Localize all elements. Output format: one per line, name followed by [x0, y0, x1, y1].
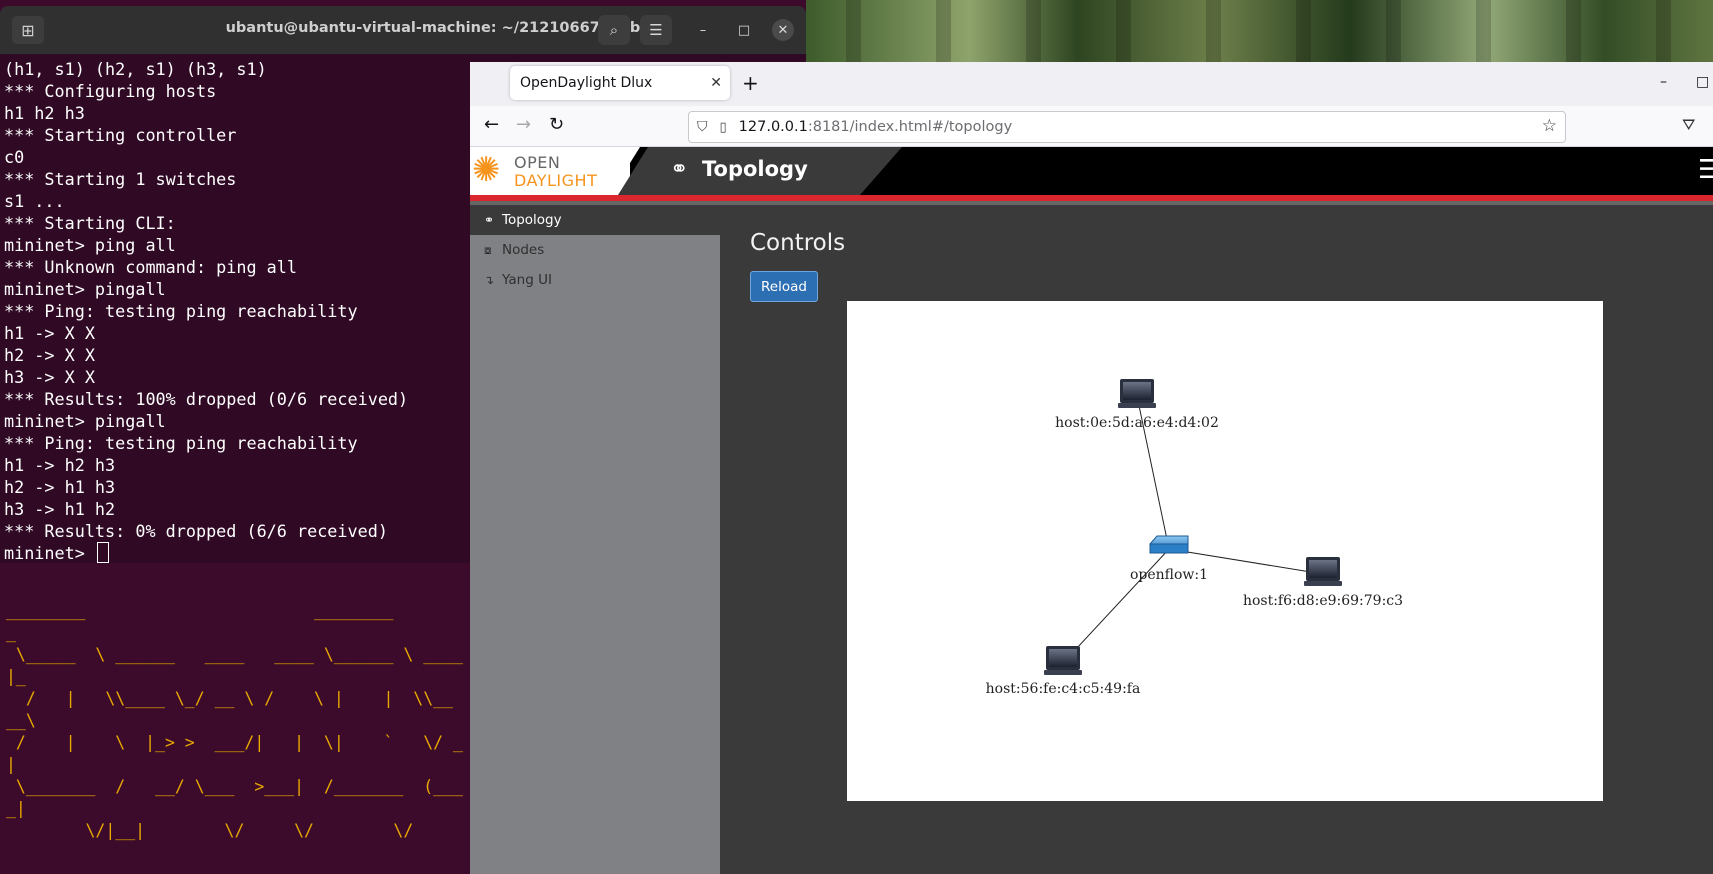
terminal-line: h3 -> h1 h2 [4, 499, 116, 519]
terminal-line: mininet> pingall [4, 411, 166, 431]
controls-heading: Controls [750, 230, 846, 256]
host-node[interactable] [1118, 379, 1156, 408]
hamburger-menu-icon[interactable]: ☰ [1698, 155, 1713, 185]
sidebar-item-label: Topology [502, 212, 562, 228]
sidebar-item-yang-ui[interactable]: ↴ Yang UI [470, 265, 720, 295]
host-node[interactable] [1304, 557, 1342, 586]
terminal-lines: (h1, s1) (h2, s1) (h3, s1) *** Configuri… [4, 59, 408, 541]
shield-icon[interactable]: ⛉ [697, 119, 708, 135]
forward-icon[interactable]: → [516, 114, 531, 135]
url-bar[interactable]: ⛉ ▯ 127.0.0.1:8181/index.html#/topology … [688, 111, 1566, 143]
tab-opendaylight[interactable]: OpenDaylight Dlux ✕ [510, 66, 730, 100]
terminal-line: h1 -> h2 h3 [4, 455, 116, 475]
tab-close-icon[interactable]: ✕ [710, 75, 722, 91]
back-icon[interactable]: ← [484, 114, 499, 135]
terminal-line: *** Ping: testing ping reachability [4, 301, 358, 321]
node-label: host:56:fe:c4:c5:49:fa [986, 681, 1141, 697]
terminal-line: *** Results: 100% dropped (0/6 received) [4, 389, 409, 409]
logo-daylight-text: DAYLIGHT [514, 171, 598, 190]
level-down-icon: ↴ [484, 273, 495, 287]
laptop-screen [1049, 649, 1077, 667]
desktop-wallpaper [806, 0, 1713, 64]
odl-logo[interactable]: ✺ OPEN DAYLIGHT [470, 147, 630, 195]
bookmark-star-icon[interactable]: ☆ [1542, 116, 1557, 136]
maximize-icon[interactable]: □ [733, 19, 755, 41]
tab-bar: OpenDaylight Dlux ✕ + – □ [470, 62, 1713, 106]
search-icon[interactable]: ⌕ [598, 15, 630, 45]
topology-link-icon: ⚭ [670, 157, 689, 182]
menu-icon[interactable]: ☰ [640, 15, 672, 45]
tab-title: OpenDaylight Dlux [520, 75, 653, 91]
terminal-line: *** Configuring hosts [4, 81, 217, 101]
terminal-line: h2 -> X X [4, 345, 95, 365]
reload-page-icon[interactable]: ↻ [549, 114, 564, 135]
navigation-bar: ← → ↻ ⛉ ▯ 127.0.0.1:8181/index.html#/top… [470, 106, 1713, 147]
node-label: openflow:1 [1130, 567, 1208, 583]
page-icon[interactable]: ▯ [720, 120, 727, 135]
laptop-base [1118, 403, 1156, 408]
terminal-line: *** Unknown command: ping all [4, 257, 297, 277]
switch-front [1149, 543, 1189, 554]
url-path: :8181/index.html#/topology [807, 119, 1013, 135]
laptop-base [1044, 670, 1082, 675]
terminal-line: *** Results: 0% dropped (6/6 received) [4, 521, 388, 541]
terminal-line: *** Starting CLI: [4, 213, 176, 233]
node-label: host:f6:d8:e9:69:79:c3 [1243, 593, 1403, 609]
sidebar: ⚭ Topology ⧇ Nodes ↴ Yang UI [470, 205, 720, 874]
odl-page: ✺ OPEN DAYLIGHT ⚭ Topology ☰ ⚭ Topology … [470, 147, 1713, 874]
switch-node[interactable] [1149, 535, 1189, 554]
browser-minimize-icon[interactable]: – [1660, 74, 1667, 90]
logo-open-text: OPEN [514, 153, 561, 172]
terminal-prompt: mininet> [4, 543, 95, 563]
laptop-screen [1309, 560, 1337, 578]
sidebar-item-topology[interactable]: ⚭ Topology [470, 205, 720, 235]
laptop-base [1304, 581, 1342, 586]
terminal-line: mininet> ping all [4, 235, 176, 255]
sidebar-item-label: Nodes [502, 242, 545, 258]
terminal-line: c0 [4, 147, 25, 167]
topology-canvas[interactable]: host:0e:5d:a6:e4:d4:02 openflow:1 host:f6:… [847, 301, 1603, 801]
odl-logo-icon: ✺ [472, 150, 501, 190]
sidebar-item-label: Yang UI [502, 272, 552, 288]
node-label: host:0e:5d:a6:e4:d4:02 [1055, 415, 1219, 431]
url-text[interactable]: 127.0.0.1:8181/index.html#/topology [739, 119, 1013, 135]
minimize-icon[interactable]: – [692, 19, 714, 41]
terminal-line: mininet> pingall [4, 279, 166, 299]
firefox-window[interactable]: OpenDaylight Dlux ✕ + – □ ← → ↻ ⛉ ▯ 127.… [470, 62, 1713, 874]
terminal-title: ubantu@ubantu-virtual-machine: ~/2121066… [225, 20, 651, 36]
main-content: Controls Reload host:0e:5d:a6:e4:d4:02 o… [720, 205, 1713, 874]
browser-maximize-icon[interactable]: □ [1696, 74, 1709, 90]
terminal-line: h3 -> X X [4, 367, 95, 387]
new-tab-button[interactable]: + [742, 71, 759, 95]
topology-graph[interactable]: host:0e:5d:a6:e4:d4:02 openflow:1 host:f6:… [847, 301, 1603, 801]
close-icon[interactable]: ✕ [772, 19, 794, 41]
ascii-art-banner: ________ ________ _ \_____ \ ______ ____… [6, 601, 463, 840]
laptop-screen [1123, 382, 1151, 400]
terminal-line: *** Starting 1 switches [4, 169, 237, 189]
page-title: Topology [702, 157, 808, 181]
terminal-titlebar[interactable]: ⊞ ubantu@ubantu-virtual-machine: ~/21210… [0, 6, 806, 54]
pocket-icon[interactable]: ⛛ [1682, 115, 1695, 135]
sitemap-icon: ⧇ [484, 242, 492, 257]
terminal-line: (h1, s1) (h2, s1) (h3, s1) [4, 59, 267, 79]
odl-header: ✺ OPEN DAYLIGHT ⚭ Topology ☰ [470, 147, 1713, 195]
link-icon: ⚭ [484, 213, 495, 227]
terminal-line: h1 -> X X [4, 323, 95, 343]
terminal-cursor [96, 542, 109, 563]
sidebar-item-nodes[interactable]: ⧇ Nodes [470, 235, 720, 265]
terminal-line: s1 ... [4, 191, 65, 211]
terminal-line: *** Starting controller [4, 125, 237, 145]
url-host: 127.0.0.1 [738, 119, 808, 135]
terminal-line: *** Ping: testing ping reachability [4, 433, 358, 453]
terminal-line: h2 -> h1 h3 [4, 477, 116, 497]
host-node[interactable] [1044, 646, 1082, 675]
terminal-line: h1 h2 h3 [4, 103, 85, 123]
reload-button[interactable]: Reload [750, 271, 818, 302]
